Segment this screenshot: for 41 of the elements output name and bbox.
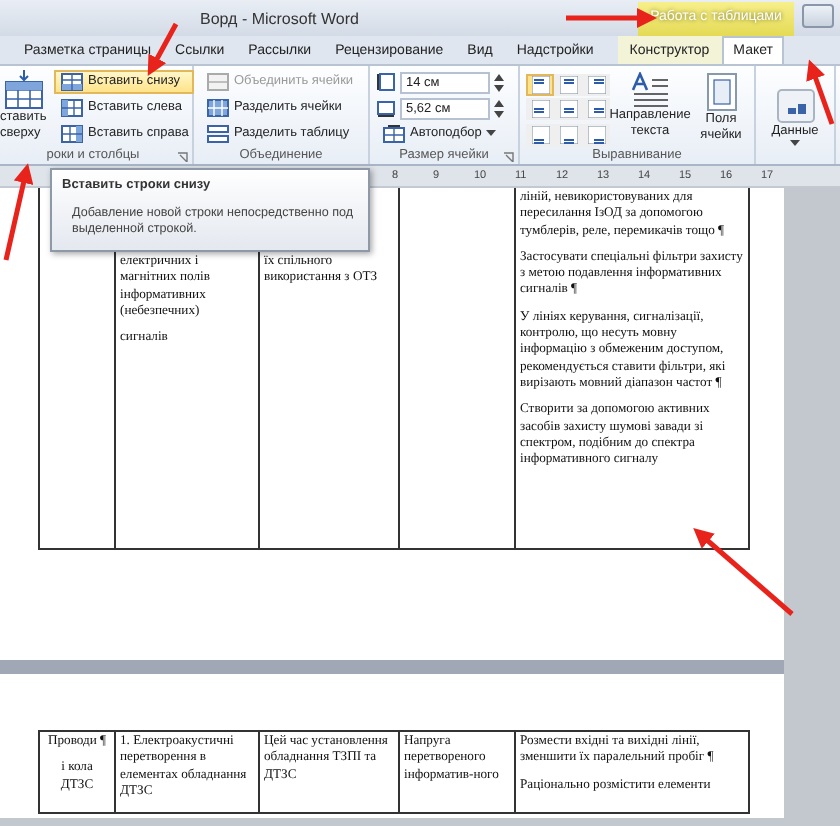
alignment-button[interactable] bbox=[526, 98, 554, 121]
column-width-icon bbox=[376, 98, 396, 118]
autofit-icon bbox=[382, 124, 406, 144]
alignment-button[interactable] bbox=[582, 123, 610, 146]
align-icon bbox=[559, 125, 577, 144]
row-height-icon bbox=[376, 72, 396, 92]
table-column-icon bbox=[60, 124, 84, 144]
align-icon bbox=[559, 100, 577, 119]
align-icon bbox=[587, 125, 605, 144]
data-icon bbox=[775, 88, 815, 124]
annotation-arrow bbox=[806, 59, 835, 125]
split-table-icon bbox=[206, 124, 230, 144]
spin-arrows-icon bbox=[494, 73, 504, 91]
split-cells-icon bbox=[206, 98, 230, 118]
caret-icon bbox=[485, 130, 496, 138]
window-title: Ворд - Microsoft Word bbox=[200, 8, 359, 32]
align-icon bbox=[531, 76, 549, 94]
align-icon bbox=[531, 100, 549, 119]
alignment-button[interactable] bbox=[582, 74, 610, 96]
spin-arrows-icon bbox=[494, 99, 504, 117]
table-insert-icon bbox=[0, 70, 48, 110]
annotation-arrow bbox=[693, 528, 794, 616]
align-icon bbox=[559, 76, 577, 94]
alignment-button[interactable] bbox=[554, 123, 582, 146]
caret-icon bbox=[790, 139, 800, 147]
align-icon bbox=[587, 76, 605, 94]
alignment-button[interactable] bbox=[526, 74, 554, 96]
annotation-arrow bbox=[147, 22, 179, 76]
alignment-button[interactable] bbox=[526, 123, 554, 146]
table-column-icon bbox=[60, 98, 84, 118]
minimize-button[interactable] bbox=[802, 4, 834, 28]
alignment-button[interactable] bbox=[554, 74, 582, 96]
alignment-button[interactable] bbox=[554, 98, 582, 121]
text-direction-icon bbox=[630, 72, 670, 108]
merge-cells-icon bbox=[206, 72, 230, 92]
align-icon bbox=[531, 125, 549, 144]
annotation-arrow bbox=[3, 163, 34, 261]
table-row-icon bbox=[60, 72, 84, 92]
align-icon bbox=[587, 100, 605, 119]
cell-margins-icon bbox=[705, 72, 737, 112]
alignment-button[interactable] bbox=[582, 98, 610, 121]
